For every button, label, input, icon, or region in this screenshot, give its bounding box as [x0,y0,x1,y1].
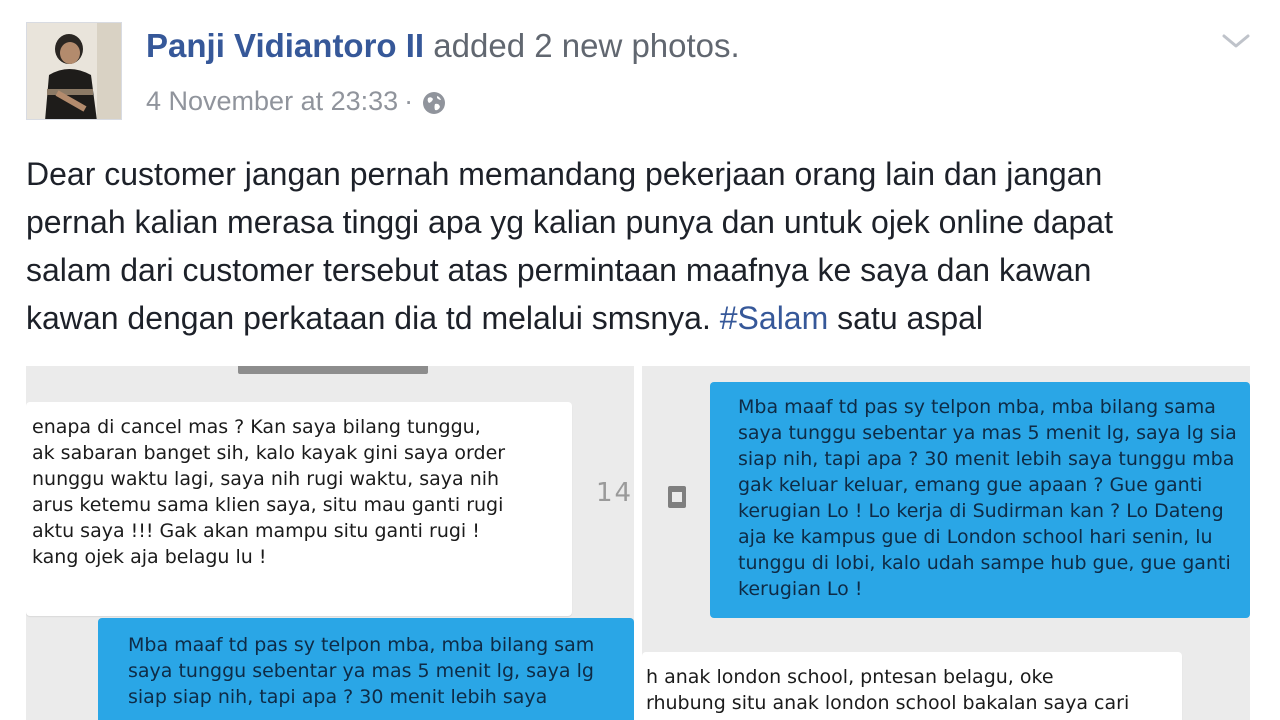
sms-bubble-incoming: enapa di cancel mas ? Kan saya bilang tu… [26,402,572,616]
sms-line: rhubung situ anak london school bakalan … [646,692,1130,714]
photo-gap [634,366,642,720]
sms-count-label: 14 [596,478,634,508]
sms-line: nunggu waktu lagi, saya nih rugi waktu, … [32,468,500,490]
post-timestamp[interactable]: 4 November at 23:33 [146,82,398,120]
sms-line: kang ojek aja belagu lu ! [32,546,267,568]
globe-icon[interactable] [421,88,447,114]
post-meta: 4 November at 23:33 · [146,82,447,120]
sms-line: siap siap nih, tapi apa ? 30 menit lebih… [128,686,548,708]
sms-line: kerugian Lo ! [738,578,863,600]
sms-line: Mba maaf td pas sy telpon mba, mba bilan… [128,634,595,656]
sms-line: saya tunggu sebentar ya mas 5 menit lg, … [128,660,594,682]
sms-line: h anak london school, pntesan belagu, ok… [646,666,1054,688]
sms-line: enapa di cancel mas ? Kan saya bilang tu… [32,416,481,438]
post-text-segment: kawan dengan perkataan dia td melalui sm… [26,300,720,336]
sms-line: arus ketemu sama klien saya, situ mau ga… [32,494,504,516]
post-avatar[interactable] [26,22,122,120]
post-message: Dear customer jangan pernah memandang pe… [26,150,1266,342]
post-text-segment: satu aspal [828,300,984,336]
post-text-line: kawan dengan perkataan dia td melalui sm… [26,294,1266,342]
post-text-line: salam dari customer tersebut atas permin… [26,252,1092,288]
sms-line: aktu saya !!! Gak akan mampu situ ganti … [32,520,480,542]
sms-line: ak sabaran banget sih, kalo kayak gini s… [32,442,506,464]
sms-bubble-incoming: h anak london school, pntesan belagu, ok… [642,652,1182,720]
sms-line: aja ke kampus gue di London school hari … [738,526,1213,548]
sms-bubble-outgoing: Mba maaf td pas sy telpon mba, mba bilan… [98,618,634,720]
screenshot-grab-bar [238,366,428,374]
document-icon [668,486,686,508]
sms-line: Mba maaf td pas sy telpon mba, mba bilan… [738,396,1216,418]
sms-bubble-outgoing: Mba maaf td pas sy telpon mba, mba bilan… [710,382,1250,618]
sms-line: gak keluar keluar, emang gue apaan ? Gue… [738,474,1203,496]
hashtag-link[interactable]: #Salam [720,300,829,336]
chevron-down-icon[interactable] [1218,28,1254,54]
post-text-line: pernah kalian merasa tinggi apa yg kalia… [26,204,1113,240]
post-text-line: Dear customer jangan pernah memandang pe… [26,156,1103,192]
post-photo-right[interactable]: Mba maaf td pas sy telpon mba, mba bilan… [642,366,1250,720]
post-header: Panji Vidiantoro II added 2 new photos. [146,24,740,68]
post-photo-left[interactable]: enapa di cancel mas ? Kan saya bilang tu… [26,366,635,720]
meta-separator: · [404,86,414,116]
sms-line: saya tunggu sebentar ya mas 5 menit lg, … [738,422,1237,444]
sms-line: kerugian Lo ! Lo kerja di Sudirman kan ?… [738,500,1224,522]
author-name-link[interactable]: Panji Vidiantoro II [146,27,424,64]
profile-photo [27,23,121,119]
post-action-text: added 2 new photos. [433,27,740,64]
sms-line: tunggu di lobi, kalo udah sampe hub gue,… [738,552,1231,574]
sms-line: siap nih, tapi apa ? 30 menit lebih saya… [738,448,1235,470]
